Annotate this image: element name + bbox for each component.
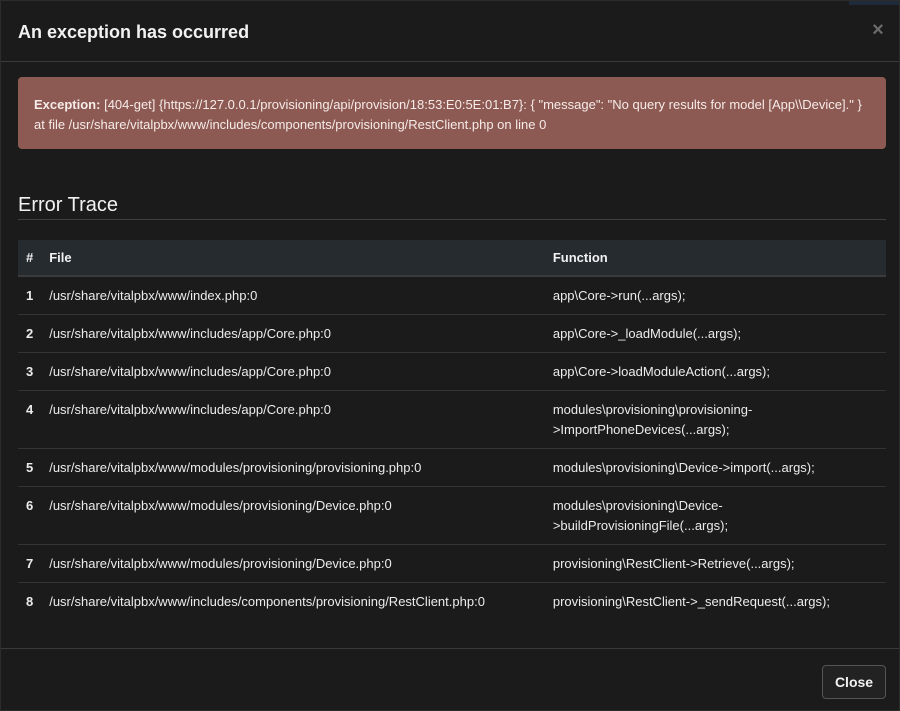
trace-table-header: # File Function xyxy=(18,240,886,277)
row-num: 2 xyxy=(18,314,42,353)
row-function: app\Core->run(...args); xyxy=(544,276,886,315)
row-function: modules\provisioning\provisioning->Impor… xyxy=(544,390,886,449)
row-file: /usr/share/vitalpbx/www/index.php:0 xyxy=(41,276,545,315)
table-row: 5 /usr/share/vitalpbx/www/modules/provis… xyxy=(18,448,886,487)
table-row: 7 /usr/share/vitalpbx/www/modules/provis… xyxy=(18,544,886,583)
table-row: 6 /usr/share/vitalpbx/www/modules/provis… xyxy=(18,486,886,545)
error-trace-title: Error Trace xyxy=(18,194,119,216)
row-file: /usr/share/vitalpbx/www/modules/provisio… xyxy=(41,486,545,545)
row-file: /usr/share/vitalpbx/www/includes/app/Cor… xyxy=(41,352,545,391)
row-file: /usr/share/vitalpbx/www/modules/provisio… xyxy=(41,448,545,487)
error-trace-table: # File Function 1 /usr/share/vitalpbx/ww… xyxy=(18,240,886,620)
row-num: 1 xyxy=(18,276,42,315)
row-function: modules\provisioning\Device->import(...a… xyxy=(544,448,886,487)
modal-title: An exception has occurred xyxy=(18,22,250,42)
row-function: app\Core->loadModuleAction(...args); xyxy=(544,352,886,391)
modal-footer: Close xyxy=(1,648,899,710)
row-file: /usr/share/vitalpbx/www/includes/compone… xyxy=(49,594,485,609)
row-function: provisioning\RestClient->_sendRequest(..… xyxy=(552,594,830,609)
table-row: 4 /usr/share/vitalpbx/www/includes/app/C… xyxy=(18,390,886,449)
modal-header: An exception has occurred × xyxy=(1,1,899,62)
exception-message: [404-get] {https://127.0.0.1/provisionin… xyxy=(34,97,862,132)
exception-label: Exception: xyxy=(34,97,101,112)
row-num: 5 xyxy=(18,448,42,487)
row-num: 3 xyxy=(18,352,42,391)
row-file: /usr/share/vitalpbx/www/modules/provisio… xyxy=(41,544,545,583)
header-num: # xyxy=(18,240,42,277)
table-row: 2 /usr/share/vitalpbx/www/includes/app/C… xyxy=(18,314,886,353)
close-button[interactable]: Close xyxy=(822,665,886,699)
trace-header-row: # File Function xyxy=(18,240,886,277)
table-row: 3 /usr/share/vitalpbx/www/includes/app/C… xyxy=(18,352,886,391)
close-x-icon[interactable]: × xyxy=(867,17,889,43)
row-file: /usr/share/vitalpbx/www/includes/app/Cor… xyxy=(41,314,545,353)
row-function: app\Core->_loadModule(...args); xyxy=(544,314,886,353)
row-num: 8 xyxy=(26,594,34,609)
section-divider xyxy=(18,219,886,220)
row-num: 7 xyxy=(18,544,42,583)
exception-modal: An exception has occurred × Exception: [… xyxy=(0,0,900,711)
row-function: provisioning\RestClient->Retrieve(...arg… xyxy=(544,544,886,583)
header-function: Function xyxy=(544,240,886,277)
row-num: 6 xyxy=(18,486,42,545)
row-num: 4 xyxy=(18,390,42,449)
exception-alert: Exception: [404-get] {https://127.0.0.1/… xyxy=(18,77,886,149)
trace-table-body: 1 /usr/share/vitalpbx/www/index.php:0 ap… xyxy=(18,276,886,620)
row-file: /usr/share/vitalpbx/www/includes/app/Cor… xyxy=(41,390,545,449)
row-function: modules\provisioning\Device->buildProvis… xyxy=(544,486,886,545)
table-row: 1 /usr/share/vitalpbx/www/index.php:0 ap… xyxy=(18,276,886,315)
header-file: File xyxy=(41,240,545,277)
table-row: 8 /usr/share/vitalpbx/www/includes/compo… xyxy=(18,583,886,621)
